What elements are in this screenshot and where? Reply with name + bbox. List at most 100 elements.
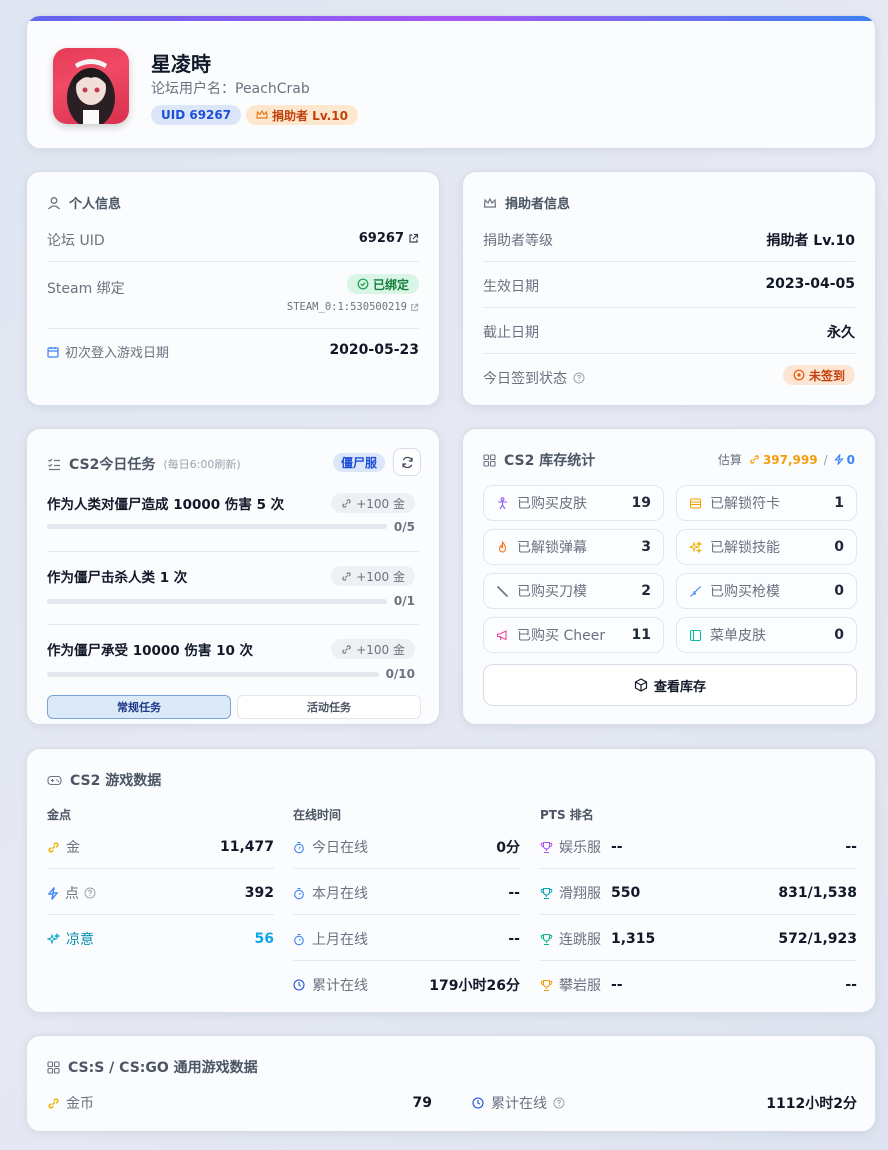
inventory-item-skins[interactable]: 已购买皮肤 19 <box>483 485 664 521</box>
gun-icon <box>689 585 702 598</box>
inventory-card: CS2 库存统计 估算 397,999 / 0 已购买皮肤 19 已解锁符卡 1… <box>462 428 876 725</box>
task-name: 作为僵尸击杀人类 1 次 <box>47 570 188 586</box>
first-login-label-row: 初次登入游戏日期 <box>47 342 169 361</box>
task-progress-text: 0/1 <box>393 594 415 608</box>
points-value: 11,477 <box>219 839 274 855</box>
points-label: 金 <box>66 840 80 856</box>
pts-row: 娱乐服 -- -- <box>540 837 857 857</box>
task-item: 作为人类对僵尸造成 10000 伤害 5 次 +100 金 0/5 <box>27 491 439 541</box>
inventory-item-spellcards[interactable]: 已解锁符卡 1 <box>676 485 857 521</box>
inventory-item-menu-skins[interactable]: 菜单皮肤 0 <box>676 617 857 653</box>
inventory-item-knives[interactable]: 已购买刀模 2 <box>483 573 664 609</box>
divider <box>47 261 419 262</box>
steam-id-link[interactable]: STEAM_0:1:530500219 <box>287 301 419 313</box>
inventory-item-value: 2 <box>641 583 651 599</box>
target-icon <box>793 369 805 381</box>
checkin-status-badge[interactable]: 未签到 <box>782 365 855 385</box>
help-icon[interactable] <box>573 372 585 384</box>
lightning-icon <box>833 454 844 465</box>
pts-server-label: 攀岩服 <box>559 978 601 994</box>
task-progress-bar <box>47 599 387 604</box>
card-icon <box>689 497 702 510</box>
zombie-server-badge[interactable]: 僵尸服 <box>333 453 386 472</box>
inventory-item-label: 菜单皮肤 <box>710 628 766 644</box>
points-label: 凉意 <box>66 932 94 948</box>
pts-column-header: PTS 排名 <box>540 808 594 822</box>
inventory-item-danmaku[interactable]: 已解锁弹幕 3 <box>483 529 664 565</box>
personal-info-title: 个人信息 <box>69 197 122 212</box>
pts-row: 滑翔服 550 831/1,538 <box>540 883 857 903</box>
personal-info-card: 个人信息 论坛 UID 69267 Steam 绑定 已绑定 STEAM_0:1… <box>26 171 440 406</box>
uid-badge: UID 69267 <box>151 105 242 125</box>
divider <box>47 551 419 552</box>
forum-uid-value: 69267 <box>358 231 404 246</box>
task-reward: +100 金 <box>331 566 415 586</box>
view-inventory-label: 查看库存 <box>653 679 706 695</box>
game-data-card: CS2 游戏数据 金点 金 11,477 点 392 凉意 56 在线时间 今日… <box>26 748 876 1013</box>
task-reward-text: +100 金 <box>356 642 405 657</box>
points-row-points: 点 392 <box>47 883 274 903</box>
external-link-icon <box>408 233 419 244</box>
tab-regular-tasks[interactable]: 常规任务 <box>47 695 231 719</box>
divider <box>47 914 274 915</box>
pts-rank: -- <box>845 977 857 993</box>
daily-tasks-title: CS2今日任务 <box>69 457 156 473</box>
divider <box>483 307 855 308</box>
estimate-label: 估算 <box>717 453 742 467</box>
inventory-item-guns[interactable]: 已购买枪模 0 <box>676 573 857 609</box>
forum-uid-link[interactable]: 69267 <box>359 231 419 246</box>
tab-event-tasks[interactable]: 活动任务 <box>237 695 421 719</box>
first-login-value: 2020-05-23 <box>329 342 419 358</box>
gamepad-icon <box>47 774 62 787</box>
online-row-total: 累计在线 179小时26分 <box>293 975 520 995</box>
points-row-gold: 金 11,477 <box>47 837 274 857</box>
online-label: 累计在线 <box>312 978 368 994</box>
inventory-item-label: 已解锁弹幕 <box>517 540 587 556</box>
steam-status-badge: 已绑定 <box>346 274 419 294</box>
task-progress-text: 0/5 <box>393 520 415 534</box>
points-value: 392 <box>244 885 274 901</box>
task-progress-text: 0/10 <box>385 667 415 681</box>
inventory-title: CS2 库存统计 <box>504 453 596 469</box>
donor-end-value: 永久 <box>827 325 855 341</box>
legacy-data-card: CS:S / CS:GO 通用游戏数据 金币 79 累计在线 1112小时2分 <box>26 1035 876 1132</box>
trophy-icon <box>540 979 553 992</box>
refresh-icon <box>401 456 414 469</box>
gold-link-icon <box>47 1097 60 1110</box>
view-inventory-button[interactable]: 查看库存 <box>483 664 857 706</box>
first-login-label: 初次登入游戏日期 <box>65 346 170 361</box>
donor-badge: 捐助者 Lv.10 <box>246 105 358 125</box>
user-icon <box>47 196 61 210</box>
clock-icon <box>293 979 305 991</box>
task-name: 作为僵尸承受 10000 伤害 10 次 <box>47 643 254 659</box>
pts-row: 连跳服 1,315 572/1,923 <box>540 929 857 949</box>
link-icon <box>341 498 352 509</box>
daily-tasks-subtitle: (每日6:00刷新) <box>163 458 241 471</box>
inventory-item-cheer[interactable]: 已购买 Cheer 11 <box>483 617 664 653</box>
divider <box>483 353 855 354</box>
divider <box>293 868 520 869</box>
help-icon[interactable] <box>553 1097 766 1109</box>
pts-server-label: 连跳服 <box>559 932 601 948</box>
inventory-item-value: 0 <box>834 539 844 555</box>
points-column-header: 金点 <box>47 808 72 822</box>
online-value: -- <box>508 885 520 901</box>
steam-id: STEAM_0:1:530500219 <box>286 301 407 313</box>
timer-icon <box>293 887 305 900</box>
pts-rank: 572/1,923 <box>778 931 857 947</box>
grid-icon <box>483 453 496 467</box>
online-value: -- <box>508 931 520 947</box>
pts-score: -- <box>611 839 623 855</box>
gold-link-icon <box>749 454 760 465</box>
donor-level-value: 捐助者 Lv.10 <box>766 233 855 249</box>
game-data-header: CS2 游戏数据 <box>47 770 161 790</box>
inventory-item-value: 19 <box>631 495 651 511</box>
refresh-button[interactable] <box>393 448 421 476</box>
help-icon[interactable] <box>84 887 245 899</box>
points-label: 点 <box>65 886 79 902</box>
inventory-item-skills[interactable]: 已解锁技能 0 <box>676 529 857 565</box>
donor-level-label: 捐助者等级 <box>483 233 553 249</box>
donor-end-label: 截止日期 <box>483 325 539 341</box>
steam-label: Steam 绑定 <box>47 281 125 297</box>
online-column-header: 在线时间 <box>293 808 342 822</box>
